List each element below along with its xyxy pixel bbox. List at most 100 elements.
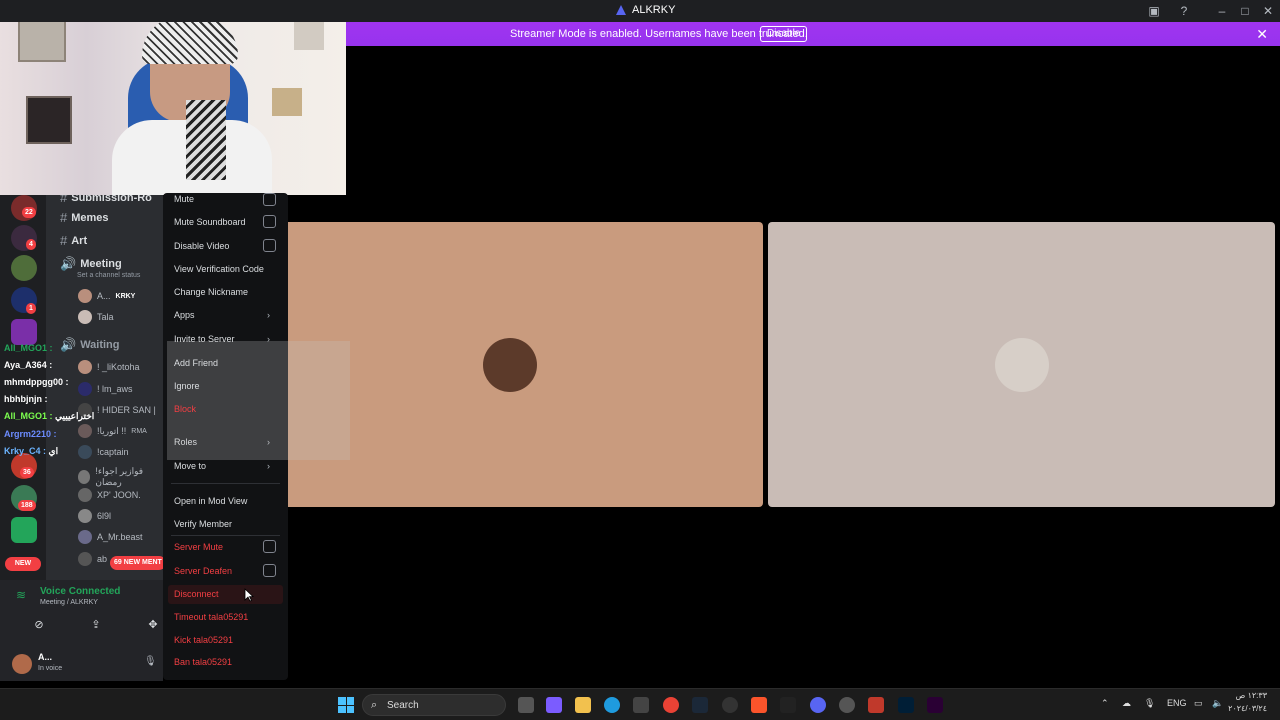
mute-soundboard-checkbox[interactable] [263, 215, 276, 228]
menu-item-change-nickname[interactable]: Change Nickname [174, 287, 248, 297]
new-mentions-pill[interactable]: 69 NEW MENT [110, 556, 163, 570]
taskbar-search[interactable]: ⌕ Search [362, 694, 506, 716]
user-name[interactable]: A... [38, 652, 52, 662]
mic-tray-icon[interactable]: 🎙 [1144, 698, 1155, 709]
menu-item-verify-member[interactable]: Verify Member [174, 519, 232, 529]
voice-channel-path[interactable]: Meeting / ALKRKY [40, 599, 98, 606]
menu-item-kick[interactable]: Kick tala05291 [174, 635, 233, 645]
close-icon[interactable]: ✕ [1260, 3, 1276, 19]
settings-icon[interactable] [722, 697, 738, 713]
capcut-icon[interactable] [780, 697, 796, 713]
menu-item-add-friend[interactable]: Add Friend [174, 358, 218, 368]
menu-item-block[interactable]: Block [174, 404, 196, 414]
channel-submission[interactable]: # Submission-Ro [60, 195, 152, 205]
member-name: !captain [97, 447, 129, 457]
channel-waiting[interactable]: 🔊 Waiting [60, 337, 120, 353]
channel-name: Waiting [80, 339, 120, 351]
channel-name: Memes [71, 211, 109, 224]
menu-item-ban[interactable]: Ban tala05291 [174, 657, 232, 667]
mute-checkbox[interactable] [263, 193, 276, 206]
server-icon[interactable] [11, 255, 37, 281]
menu-item-open-in-mod-view[interactable]: Open in Mod View [174, 496, 247, 506]
steam-icon[interactable] [692, 697, 708, 713]
channel-meeting[interactable]: 🔊 Meeting [60, 256, 122, 272]
clock-time[interactable]: ١٢:٣٣ ص [1225, 691, 1267, 700]
menu-item-move-to[interactable]: Move to [174, 461, 206, 471]
voice-member[interactable]: Tala [78, 310, 114, 324]
clock-date[interactable]: ٢٠٢٤/٠٣/٢٤ [1225, 704, 1267, 713]
menu-item-mute-soundboard[interactable]: Mute Soundboard [174, 217, 246, 227]
voice-member[interactable]: A_Mr.beast [78, 530, 143, 544]
maximize-icon[interactable]: □ [1237, 3, 1253, 19]
help-icon[interactable]: ? [1176, 3, 1192, 19]
menu-item-disconnect[interactable]: Disconnect [174, 589, 219, 599]
menu-item-disable-video[interactable]: Disable Video [174, 241, 229, 251]
channel-art[interactable]: # Art [60, 233, 87, 248]
participant-avatar [994, 337, 1049, 392]
unread-badge: 22 [22, 207, 36, 218]
menu-item-server-mute[interactable]: Server Mute [174, 542, 223, 552]
onedrive-icon[interactable]: ☁ [1122, 698, 1131, 709]
obs-icon[interactable] [839, 697, 855, 713]
microphone-icon[interactable]: 🎙 [144, 656, 157, 667]
voice-member[interactable]: !captain [78, 445, 129, 459]
menu-item-view-verification-code[interactable]: View Verification Code [174, 264, 264, 274]
voice-member[interactable]: ! _liKotoha [78, 360, 140, 374]
server-deafen-checkbox[interactable] [263, 564, 276, 577]
camera-off-icon[interactable]: ⊘ [24, 618, 54, 634]
chat-user: hbhbjnjn : [4, 394, 48, 404]
voice-member[interactable]: 6l9l [78, 509, 111, 523]
premiere-icon[interactable] [927, 697, 943, 713]
file-explorer-icon[interactable] [575, 697, 591, 713]
video-tile[interactable] [768, 222, 1275, 507]
screen-share-icon[interactable]: ⇪ [81, 618, 111, 634]
voice-member[interactable]: ! lm_aws [78, 382, 133, 396]
streamer-scarf [186, 100, 226, 180]
tray-chevron-icon[interactable]: ⌃ [1101, 698, 1109, 709]
voice-member[interactable]: ab [78, 552, 107, 566]
menu-item-ignore[interactable]: Ignore [174, 381, 200, 391]
channel-name: Meeting [80, 258, 122, 270]
inbox-icon[interactable]: ▣ [1146, 3, 1162, 19]
windows-start-icon[interactable] [338, 697, 354, 713]
menu-item-server-deafen[interactable]: Server Deafen [174, 566, 232, 576]
edge-icon[interactable] [604, 697, 620, 713]
avatar [78, 509, 92, 523]
task-view-icon[interactable] [518, 697, 534, 713]
channel-memes[interactable]: # Memes [60, 210, 109, 225]
volume-icon[interactable]: 🔈 [1212, 698, 1223, 709]
menu-item-apps[interactable]: Apps [174, 310, 195, 320]
voice-member[interactable]: XP' JOON. [78, 488, 141, 502]
brave-icon[interactable] [751, 697, 767, 713]
participant-avatar [482, 337, 537, 392]
server-mute-checkbox[interactable] [263, 540, 276, 553]
copilot-icon[interactable] [546, 697, 562, 713]
photoshop-icon[interactable] [898, 697, 914, 713]
user-status: In voice [38, 665, 63, 672]
signal-icon[interactable]: ≋ [16, 588, 26, 602]
discord-icon[interactable] [810, 697, 826, 713]
server-icon[interactable] [11, 319, 37, 345]
voice-member[interactable]: !فوازير اجواء رمضان [78, 466, 163, 488]
add-server-icon[interactable] [11, 517, 37, 543]
store-icon[interactable] [633, 697, 649, 713]
voice-status[interactable]: Voice Connected [40, 586, 120, 597]
member-name: ! lm_aws [97, 384, 133, 394]
member-name: !فوازير اجواء رمضان [95, 466, 144, 487]
chrome-icon[interactable] [663, 697, 679, 713]
avatar [78, 552, 92, 566]
avatar[interactable] [12, 654, 32, 674]
menu-item-timeout[interactable]: Timeout tala05291 [174, 612, 248, 622]
language-indicator[interactable]: ENG [1167, 698, 1187, 708]
minimize-icon[interactable]: – [1214, 3, 1230, 19]
menu-item-mute[interactable]: Mute [174, 194, 194, 204]
new-unreads-pill[interactable]: NEW [5, 557, 41, 571]
banner-close-icon[interactable]: ✕ [1256, 26, 1268, 43]
channel-status[interactable]: Set a channel status [77, 272, 140, 279]
disable-streamer-button[interactable]: Disable [760, 26, 808, 42]
disable-video-checkbox[interactable] [263, 239, 276, 252]
voice-member[interactable]: A... KRKY [78, 289, 135, 303]
voice-member[interactable]: !اتوريا !! RMA [78, 424, 147, 438]
network-icon[interactable]: ▭ [1194, 698, 1203, 709]
app-icon[interactable] [868, 697, 884, 713]
